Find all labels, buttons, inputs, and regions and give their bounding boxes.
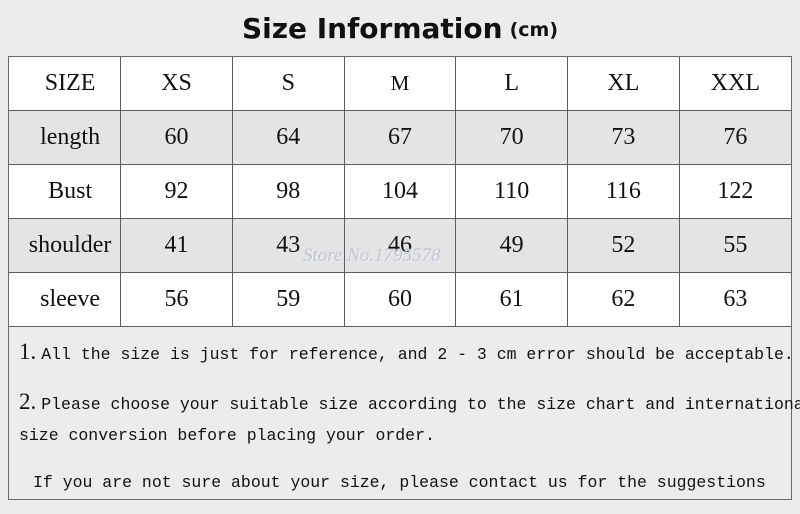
note-item-2: 2. Please choose your suitable size accor… (19, 386, 800, 420)
table-row: length 60 64 67 70 73 76 (9, 110, 791, 165)
cell-bust-s: 98 (231, 164, 345, 219)
cell-sleeve-l: 61 (455, 272, 569, 327)
note-text-1: All the size is just for reference, and … (41, 345, 794, 364)
notes-section: 1. All the size is just for reference, an… (9, 327, 800, 498)
page-title-main: Size Information (241, 11, 503, 45)
table-row: Bust 92 98 104 110 116 122 (9, 164, 791, 219)
cell-bust-l: 110 (455, 164, 569, 219)
note-number-2: 2. (19, 389, 37, 414)
page-title: Size Information (cm) (0, 0, 800, 56)
cell-shoulder-l: 49 (455, 218, 569, 273)
cell-shoulder-s: 43 (231, 218, 345, 273)
cell-bust-xxl: 122 (678, 164, 791, 219)
size-chart-page: Size Information (cm) SIZE XS S M L XL X… (0, 0, 800, 514)
cell-sleeve-xl: 62 (567, 272, 680, 327)
table-header-row: SIZE XS S M L XL XXL (9, 57, 791, 111)
row-label-bust: Bust (9, 164, 122, 219)
cell-shoulder-xs: 41 (120, 218, 233, 273)
page-title-unit: (cm) (509, 19, 559, 41)
row-label-length: length (9, 110, 122, 165)
cell-length-xs: 60 (120, 110, 233, 165)
cell-sleeve-m: 60 (343, 272, 457, 327)
cell-bust-xs: 92 (120, 164, 233, 219)
note-text-2-continued: size conversion before placing your orde… (19, 426, 435, 445)
cell-length-m: 67 (343, 110, 457, 165)
cell-shoulder-xxl: 55 (678, 218, 791, 273)
cell-length-xxl: 76 (678, 110, 791, 165)
row-label-sleeve: sleeve (9, 272, 122, 327)
table-header-xs: XS (120, 57, 233, 111)
content-frame: SIZE XS S M L XL XXL length 60 64 67 70 … (8, 56, 800, 500)
size-table: SIZE XS S M L XL XXL length 60 64 67 70 … (9, 57, 791, 327)
note-item-1: 1. All the size is just for reference, an… (19, 336, 794, 370)
table-header-s: S (231, 57, 345, 111)
note-item-3: If you are not sure about your size, ple… (19, 467, 781, 498)
cell-sleeve-xxl: 63 (678, 272, 791, 327)
cell-bust-m: 104 (343, 164, 457, 219)
cell-length-s: 64 (231, 110, 345, 165)
cell-length-l: 70 (455, 110, 569, 165)
row-label-shoulder: shoulder (9, 218, 122, 273)
table-header-size: SIZE (9, 57, 122, 111)
cell-bust-xl: 116 (567, 164, 680, 219)
cell-shoulder-m: 46 (343, 218, 457, 273)
cell-sleeve-s: 59 (231, 272, 345, 327)
table-header-m: M (343, 57, 457, 111)
table-row: shoulder 41 43 46 49 52 55 (9, 218, 791, 273)
table-header-xl: XL (567, 57, 680, 111)
note-number-1: 1. (19, 339, 37, 364)
table-header-l: L (455, 57, 569, 111)
cell-shoulder-xl: 52 (567, 218, 680, 273)
cell-sleeve-xs: 56 (120, 272, 233, 327)
table-header-xxl: XXL (678, 57, 791, 111)
note-text-2: Please choose your suitable size accordi… (41, 395, 800, 414)
note-text-3: If you are not sure about your size, ple… (33, 473, 766, 492)
table-row: sleeve 56 59 60 61 62 63 (9, 272, 791, 327)
cell-length-xl: 73 (567, 110, 680, 165)
note-item-2-continued: size conversion before placing your orde… (19, 420, 781, 451)
